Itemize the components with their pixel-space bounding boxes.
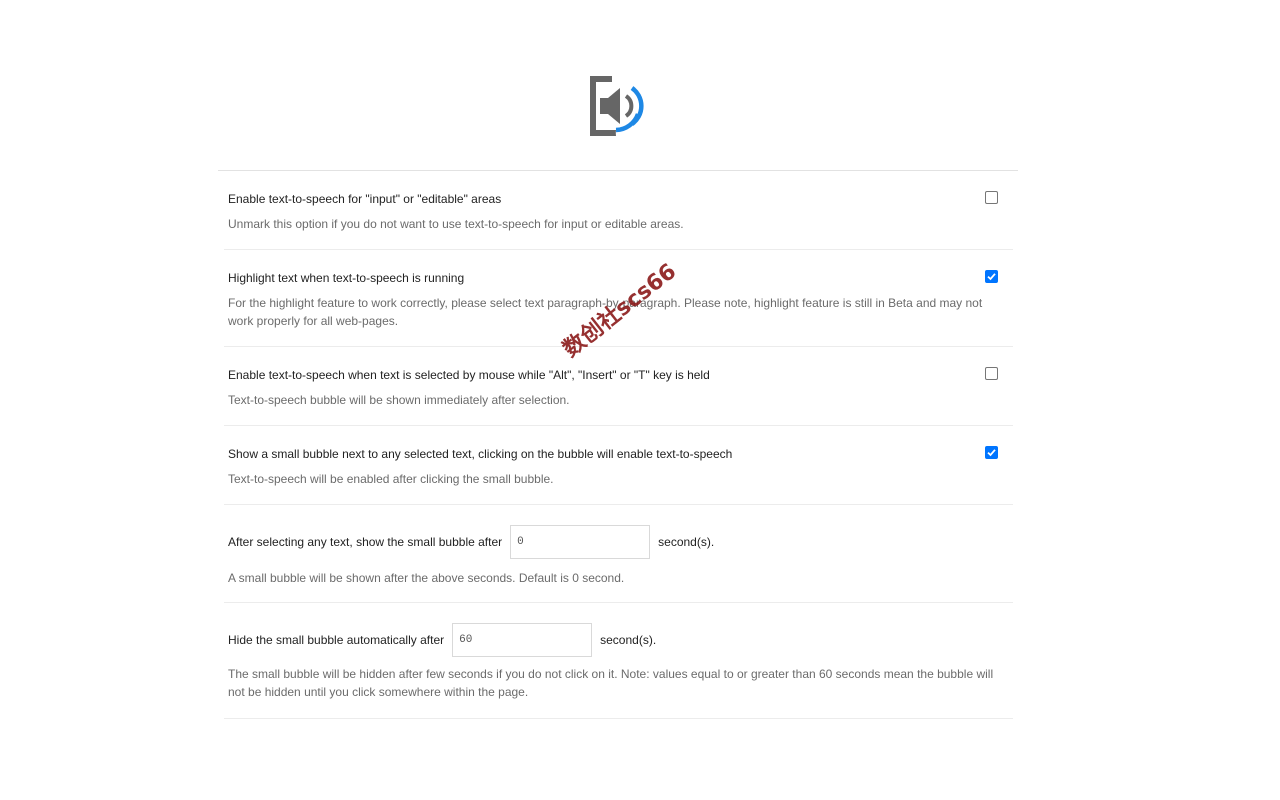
checkmark-icon bbox=[987, 273, 996, 281]
option-title: Show a small bubble next to any selected… bbox=[228, 447, 733, 461]
option-description: Text-to-speech bubble will be shown imme… bbox=[228, 393, 570, 407]
bubble-delay-label: After selecting any text, show the small… bbox=[228, 535, 503, 549]
option-description: For the highlight feature to work correc… bbox=[228, 296, 983, 328]
small-bubble-checkbox[interactable] bbox=[985, 446, 998, 459]
option-editable-areas: Enable text-to-speech for "input" or "ed… bbox=[224, 171, 1013, 250]
option-title: Enable text-to-speech when text is selec… bbox=[228, 368, 710, 382]
option-description: A small bubble will be shown after the a… bbox=[228, 571, 625, 585]
bubble-delay-row: After selecting any text, show the small… bbox=[228, 525, 714, 559]
bubble-hide-row: Hide the small bubble automatically afte… bbox=[228, 623, 656, 657]
options-list: Enable text-to-speech for "input" or "ed… bbox=[224, 171, 1013, 719]
bubble-hide-unit: second(s). bbox=[600, 633, 657, 647]
option-highlight-text: Highlight text when text-to-speech is ru… bbox=[224, 250, 1013, 347]
option-bubble-hide: Hide the small bubble automatically afte… bbox=[224, 603, 1013, 719]
option-description: Unmark this option if you do not want to… bbox=[228, 217, 684, 231]
option-description: The small bubble will be hidden after fe… bbox=[228, 667, 994, 699]
highlight-text-checkbox[interactable] bbox=[985, 270, 998, 283]
option-description: Text-to-speech will be enabled after cli… bbox=[228, 472, 554, 486]
option-title: Enable text-to-speech for "input" or "ed… bbox=[228, 192, 502, 206]
option-key-selection: Enable text-to-speech when text is selec… bbox=[224, 347, 1013, 426]
options-page: Enable text-to-speech for "input" or "ed… bbox=[0, 0, 1280, 800]
editable-areas-checkbox[interactable] bbox=[985, 191, 998, 204]
bubble-hide-input[interactable] bbox=[452, 623, 593, 657]
option-bubble-delay: After selecting any text, show the small… bbox=[224, 505, 1013, 603]
bubble-delay-unit: second(s). bbox=[658, 535, 715, 549]
speaker-volume-icon bbox=[590, 76, 644, 136]
option-title: Highlight text when text-to-speech is ru… bbox=[228, 271, 465, 285]
checkmark-icon bbox=[987, 449, 996, 457]
key-selection-checkbox[interactable] bbox=[985, 367, 998, 380]
option-small-bubble: Show a small bubble next to any selected… bbox=[224, 426, 1013, 505]
bubble-hide-label: Hide the small bubble automatically afte… bbox=[228, 633, 445, 647]
bubble-delay-input[interactable] bbox=[510, 525, 651, 559]
